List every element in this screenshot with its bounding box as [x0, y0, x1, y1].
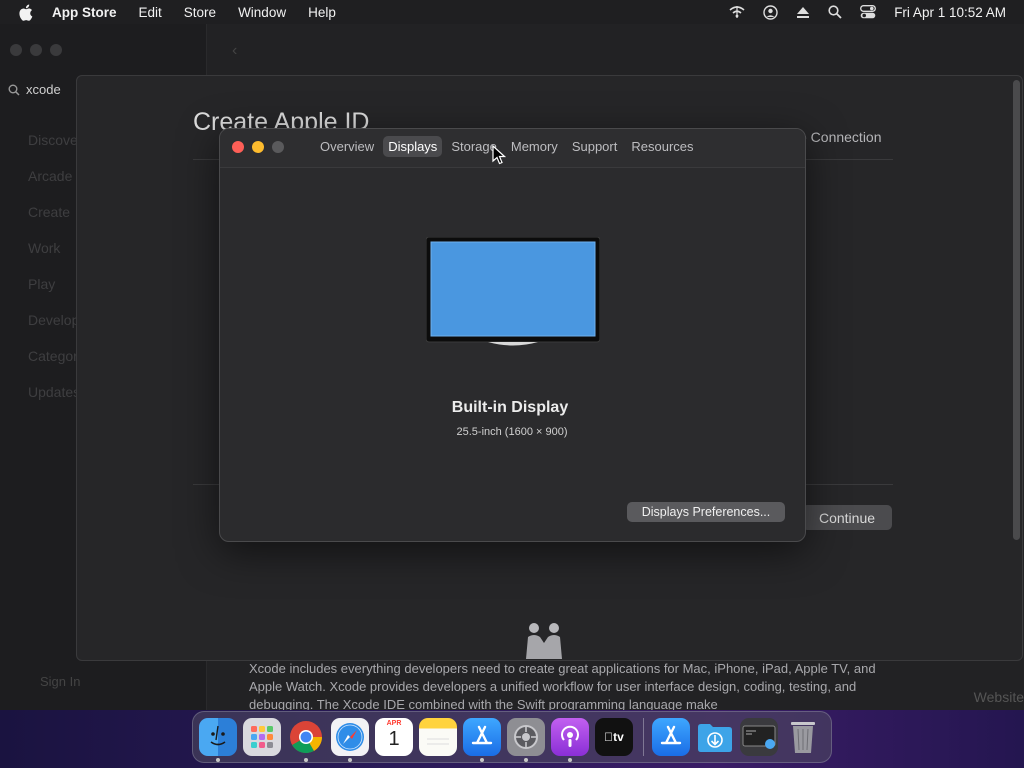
finder-icon — [210, 725, 226, 746]
mouse-cursor-icon — [492, 144, 507, 170]
running-indicator — [568, 758, 572, 762]
handshake-people-icon — [522, 621, 566, 664]
apple-tv-label: tv — [604, 730, 624, 744]
dock-apple-tv[interactable]: tv — [595, 718, 633, 756]
display-monitor-icon — [425, 236, 601, 354]
running-indicator — [480, 758, 484, 762]
close-button[interactable] — [10, 44, 22, 56]
dock-system-preferences[interactable] — [507, 718, 545, 762]
sign-in-link[interactable]: Sign In — [40, 674, 80, 689]
app-store-icon — [471, 725, 493, 745]
trash-icon — [791, 722, 815, 753]
calendar-day: 1 — [388, 728, 400, 750]
dock-notes[interactable] — [419, 718, 457, 756]
apple-menu-icon[interactable] — [18, 4, 36, 21]
window-controls — [10, 44, 62, 56]
menu-store[interactable]: Store — [184, 5, 216, 20]
menu-bar: App Store Edit Store Window Help Fri Apr… — [0, 0, 1024, 24]
menu-help[interactable]: Help — [308, 5, 336, 20]
zoom-button[interactable] — [50, 44, 62, 56]
dock-finder[interactable] — [199, 718, 237, 762]
dock-separator — [643, 718, 644, 756]
dock-app-store-download[interactable] — [652, 718, 690, 756]
dock-podcasts[interactable] — [551, 718, 589, 762]
tab-support[interactable]: Support — [567, 136, 623, 157]
menubar-clock[interactable]: Fri Apr 1 10:52 AM — [894, 5, 1006, 20]
dock-launchpad[interactable] — [243, 718, 281, 756]
user-account-icon[interactable] — [763, 4, 778, 20]
menu-window[interactable]: Window — [238, 5, 286, 20]
window-toolbar: Overview Displays Storage Memory Support… — [220, 129, 805, 168]
menu-app-name[interactable]: App Store — [52, 5, 117, 20]
continue-button[interactable]: Continue — [802, 505, 892, 530]
dock-downloads-folder[interactable] — [696, 718, 734, 756]
zoom-button — [272, 141, 284, 153]
back-chevron-icon[interactable]: ‹ — [232, 42, 237, 60]
dock-calendar[interactable]: APR 1 — [375, 718, 413, 756]
minimize-button[interactable] — [30, 44, 42, 56]
tab-bar: Overview Displays Storage Memory Support… — [315, 136, 699, 157]
search-field[interactable]: xcode — [8, 82, 61, 97]
podcasts-icon — [561, 725, 579, 747]
dock-chrome[interactable] — [287, 718, 325, 762]
dock-safari[interactable] — [331, 718, 369, 762]
menu-edit[interactable]: Edit — [139, 5, 162, 20]
running-indicator — [216, 758, 220, 762]
eject-icon[interactable] — [796, 6, 810, 19]
gear-icon — [514, 725, 538, 749]
app-store-icon — [660, 725, 682, 745]
connection-text: e Connection — [799, 129, 882, 145]
close-button[interactable] — [232, 141, 244, 153]
tab-resources[interactable]: Resources — [626, 136, 698, 157]
screenshot-window-icon — [742, 725, 776, 749]
running-indicator — [348, 758, 352, 762]
website-link[interactable]: Website — [974, 689, 1024, 705]
displays-preferences-button[interactable]: Displays Preferences... — [627, 502, 785, 522]
dock: APR 1 tv — [192, 711, 832, 763]
running-indicator — [524, 758, 528, 762]
control-center-icon[interactable] — [860, 5, 877, 19]
spotlight-search-icon[interactable] — [828, 5, 842, 19]
downloads-folder-icon — [698, 724, 732, 752]
safari-compass-icon — [336, 723, 364, 751]
search-icon — [8, 84, 20, 96]
minimize-button[interactable] — [252, 141, 264, 153]
tab-displays[interactable]: Displays — [383, 136, 443, 157]
wifi-off-icon[interactable] — [729, 5, 745, 19]
dock-screenshot[interactable] — [740, 718, 778, 756]
dock-app-store[interactable] — [463, 718, 501, 762]
running-indicator — [304, 758, 308, 762]
tab-memory[interactable]: Memory — [506, 136, 563, 157]
about-this-mac-window: Overview Displays Storage Memory Support… — [219, 128, 806, 542]
search-input[interactable]: xcode — [26, 82, 61, 97]
notes-icon — [427, 738, 449, 745]
dock-trash[interactable] — [784, 718, 822, 756]
chrome-icon — [290, 721, 323, 754]
launchpad-icon — [251, 726, 273, 748]
display-size: 25.5-inch (1600 × 900) — [456, 426, 568, 438]
calendar-month: APR — [386, 720, 402, 727]
scrollbar[interactable] — [1013, 80, 1020, 540]
tab-overview[interactable]: Overview — [315, 136, 379, 157]
app-description: Xcode includes everything developers nee… — [249, 661, 876, 712]
display-name: Built-in Display — [451, 399, 569, 416]
